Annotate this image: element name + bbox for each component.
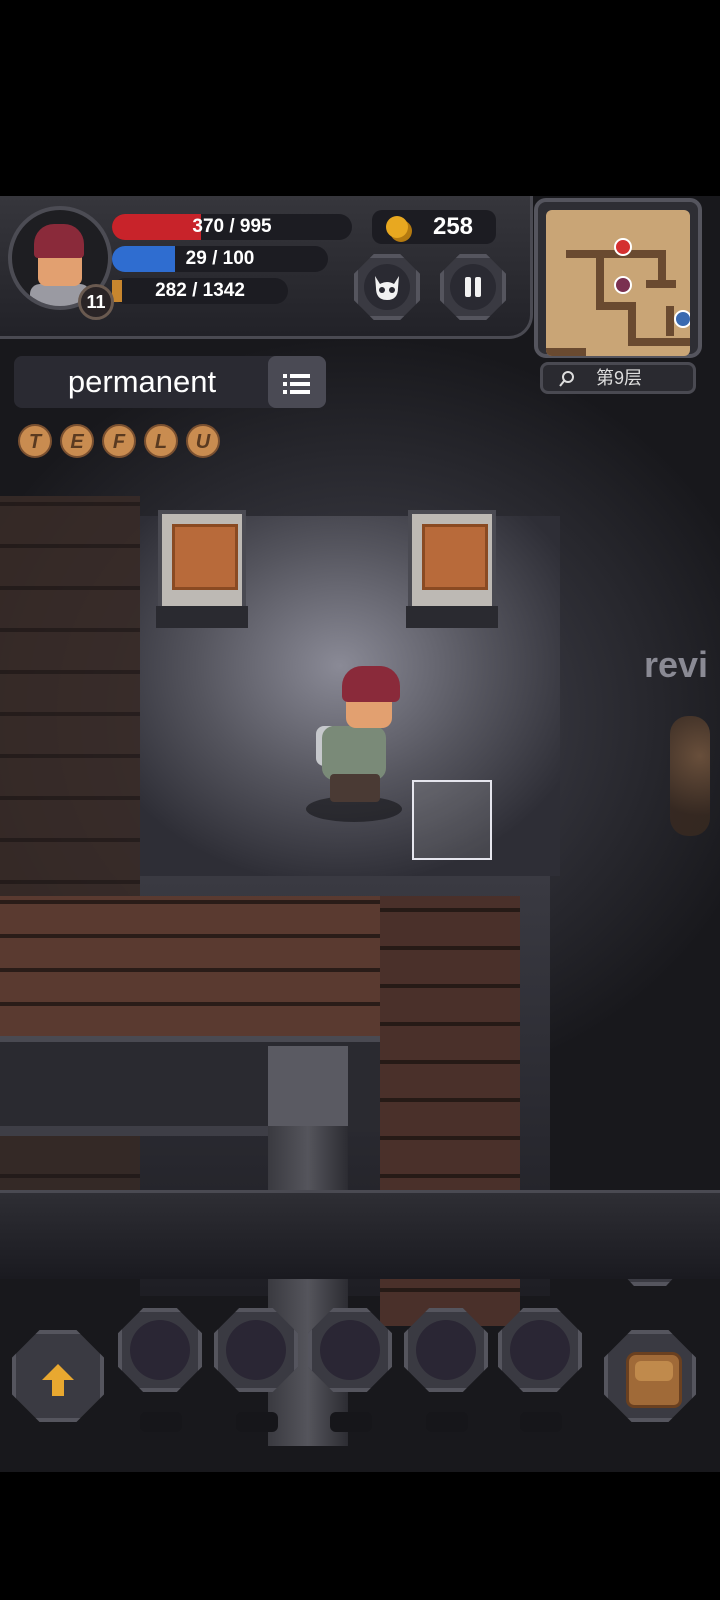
skill-slot-empty <box>320 1320 380 1380</box>
rune-tile <box>172 524 238 590</box>
rune-t[interactable]: T <box>18 424 52 458</box>
xp-text: 282 / 1342 <box>155 280 245 301</box>
top-hud: 370 / 995 29 / 100 282 / 1342 11 258 第9层… <box>0 196 720 458</box>
hero-legs <box>330 774 380 802</box>
action-bar <box>0 1190 720 1279</box>
offscreen-creature[interactable] <box>670 716 710 836</box>
minimap-player-marker <box>614 276 632 294</box>
hp-text: 370 / 995 <box>192 216 272 237</box>
skill-slot-empty <box>226 1320 286 1380</box>
minimap-danger-marker <box>614 238 632 256</box>
mp-bar: 29 / 100 <box>112 246 328 272</box>
hero-hair <box>342 666 400 702</box>
buff-title: permanent <box>67 364 217 399</box>
devil-icon <box>364 264 410 310</box>
carved-pillar-right <box>406 510 498 628</box>
gold-amount: 258 <box>432 213 474 240</box>
dungeon-scene[interactable]: revi 370 / 995 29 / 100 282 / 1342 11 25… <box>0 196 720 1472</box>
skill-slot-empty <box>510 1320 570 1380</box>
rune-e[interactable]: E <box>60 424 94 458</box>
rune-u[interactable]: U <box>186 424 220 458</box>
backpack-button[interactable] <box>604 1330 696 1422</box>
tile-selection[interactable] <box>412 780 492 860</box>
hero-character[interactable] <box>300 666 410 822</box>
portrait-hair <box>34 224 84 258</box>
minimap-view <box>546 210 690 356</box>
backpack-icon <box>626 1352 682 1408</box>
rune-f[interactable]: F <box>102 424 136 458</box>
floating-text: revi <box>644 644 709 685</box>
skill-slot-empty <box>416 1320 476 1380</box>
skill-slot-label <box>330 1412 372 1432</box>
minimap-stairs-marker <box>674 310 690 328</box>
pillar-base <box>406 606 498 628</box>
stone-pillar-cap <box>268 1046 348 1126</box>
carved-pillar-left <box>156 510 248 628</box>
hero-body <box>322 726 386 780</box>
floor-label: 第9层 <box>596 368 643 388</box>
level-up-button[interactable] <box>12 1330 104 1422</box>
rune-l[interactable]: L <box>144 424 178 458</box>
pillar-base <box>156 606 248 628</box>
level-badge: 11 <box>78 284 114 320</box>
gold-coin-icon <box>386 216 408 238</box>
skill-slot-empty <box>130 1320 190 1380</box>
list-icon <box>282 366 312 397</box>
mp-text: 29 / 100 <box>185 248 255 269</box>
skill-slot-label <box>236 1412 278 1432</box>
minimap[interactable] <box>534 198 702 358</box>
skill-slot-label <box>520 1412 562 1432</box>
skill-slot-label <box>426 1412 468 1432</box>
rune-tile <box>422 524 488 590</box>
xp-bar: 282 / 1342 <box>112 278 288 304</box>
search-icon <box>558 370 574 387</box>
pause-icon <box>450 264 496 310</box>
hp-bar: 370 / 995 <box>112 214 352 240</box>
bottom-hud <box>0 1130 720 1279</box>
buff-list-button[interactable] <box>268 356 326 408</box>
arrow-up-icon <box>16 1334 100 1418</box>
skill-slot-label <box>140 1412 182 1432</box>
